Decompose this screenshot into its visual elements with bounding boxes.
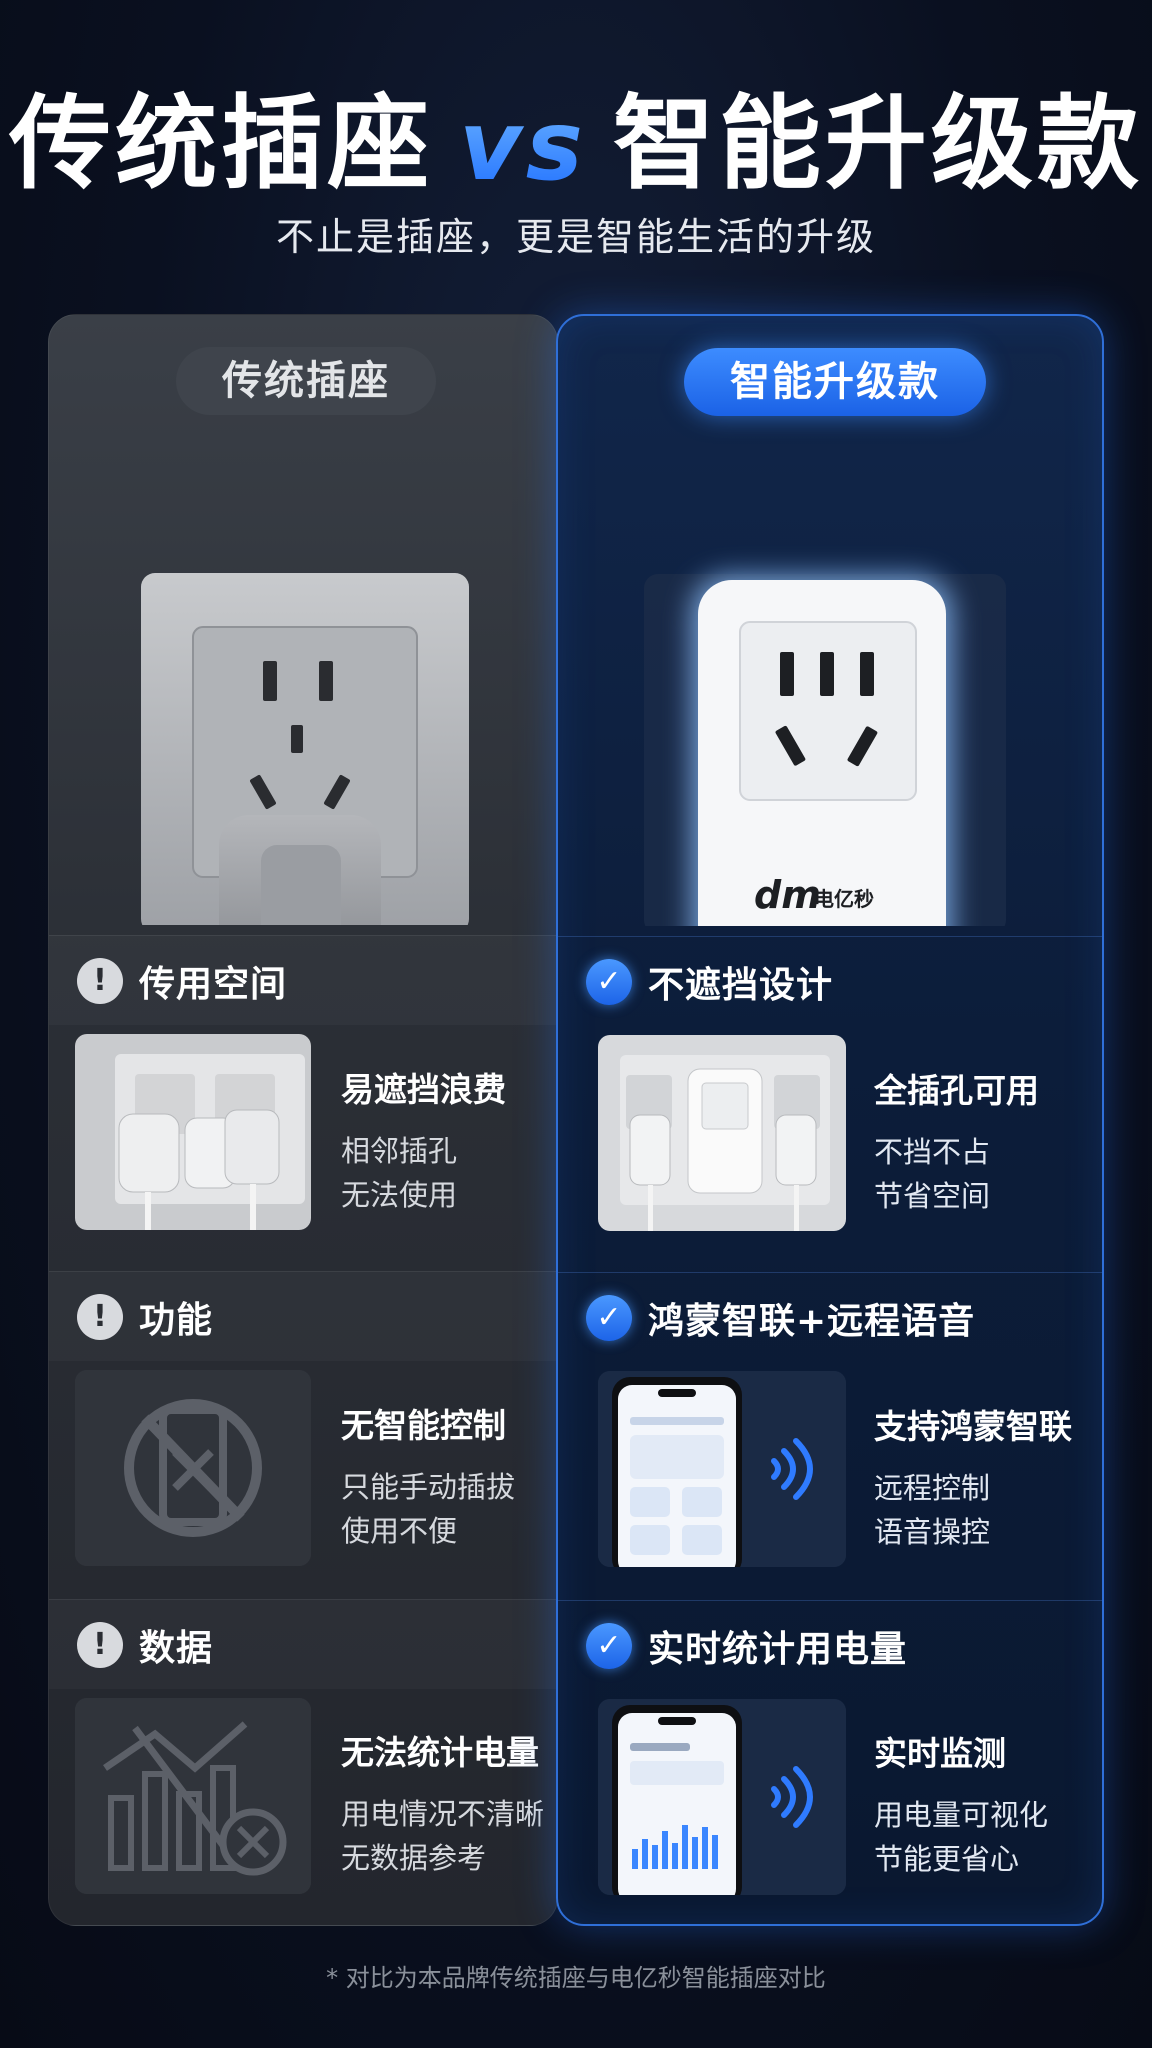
feature-line: 无数据参考 bbox=[341, 1841, 487, 1875]
feature-line: 节能更省心 bbox=[874, 1842, 1020, 1876]
svg-text:dm: dm bbox=[754, 873, 821, 917]
section-heading: 数据 bbox=[139, 1627, 214, 1669]
traditional-socket-image bbox=[49, 425, 557, 1021]
section-heading: 功能 bbox=[139, 1299, 214, 1341]
section-header-function: ! 功能 bbox=[49, 1271, 557, 1361]
title-right: 智能升级款 bbox=[612, 85, 1143, 204]
subtitle: 不止是插座，更是智能生活的升级 bbox=[275, 215, 876, 259]
feature-title: 无智能控制 bbox=[341, 1406, 506, 1445]
feature-title: 全插孔可用 bbox=[874, 1071, 1039, 1110]
blocked-socket-thumb bbox=[75, 1034, 311, 1230]
feature-text: 支持鸿蒙智联 远程控制 语音操控 bbox=[874, 1400, 1102, 1554]
feature-title: 易遮挡浪费 bbox=[341, 1070, 506, 1109]
feature-text: 易遮挡浪费 相邻插孔 无法使用 bbox=[341, 1063, 557, 1217]
feature-line: 远程控制 bbox=[874, 1471, 991, 1505]
feature-line: 使用不便 bbox=[341, 1514, 458, 1548]
check-icon: ✓ bbox=[586, 958, 632, 1005]
feature-title: 实时监测 bbox=[874, 1734, 1006, 1773]
smart-pill: 智能升级款 bbox=[684, 348, 986, 416]
feature-title: 无法统计电量 bbox=[341, 1733, 539, 1772]
feature-line: 只能手动插拔 bbox=[341, 1470, 516, 1504]
section-heading: 不遮挡设计 bbox=[648, 964, 834, 1006]
feature-line: 语音操控 bbox=[874, 1515, 991, 1549]
phone-stats-thumb bbox=[598, 1699, 846, 1895]
section-heading: 实时统计用电量 bbox=[648, 1628, 908, 1670]
feature-text: 无法统计电量 用电情况不清晰 无数据参考 bbox=[341, 1726, 557, 1880]
section-heading: 传用空间 bbox=[139, 963, 288, 1005]
smart-socket-image: dm 电亿秒 bbox=[558, 426, 1102, 1006]
feature-line: 用电情况不清晰 bbox=[341, 1797, 545, 1831]
section-header-space: ! 传用空间 bbox=[49, 935, 557, 1025]
brand-mark: 电亿秒 bbox=[814, 887, 874, 911]
phone-app-thumb bbox=[598, 1371, 846, 1567]
section-header-harmony: ✓ 鸿蒙智联+远程语音 bbox=[558, 1272, 1102, 1362]
chart-crossed-icon bbox=[75, 1698, 311, 1894]
traditional-pill: 传统插座 bbox=[176, 347, 436, 415]
check-icon: ✓ bbox=[586, 1294, 632, 1341]
section-header-statistics: ✓ 实时统计用电量 bbox=[558, 1600, 1102, 1690]
section-heading: 鸿蒙智联+远程语音 bbox=[648, 1300, 976, 1342]
feature-line: 相邻插孔 bbox=[341, 1134, 458, 1168]
check-icon: ✓ bbox=[586, 1622, 632, 1669]
feature-text: 全插孔可用 不挡不占 节省空间 bbox=[874, 1064, 1102, 1218]
page-title: 传统插座 vs 智能升级款 bbox=[0, 62, 1152, 209]
title-left: 传统插座 bbox=[9, 85, 434, 204]
feature-line: 节省空间 bbox=[874, 1179, 991, 1213]
title-vs: vs bbox=[459, 90, 587, 202]
section-header-data: ! 数据 bbox=[49, 1599, 557, 1689]
section-header-unblocked: ✓ 不遮挡设计 bbox=[558, 936, 1102, 1026]
feature-text: 实时监测 用电量可视化 节能更省心 bbox=[874, 1727, 1102, 1881]
feature-text: 无智能控制 只能手动插拔 使用不便 bbox=[341, 1399, 557, 1553]
traditional-panel: 传统插座 ! 传用空间 易遮挡浪费 相邻插孔 无法使用 ! 功能 无智能控制 只… bbox=[48, 314, 558, 1926]
smart-panel: 智能升级款 dm 电亿秒 ✓ 不遮挡设计 全插孔可用 不挡不占 节省空间 ✓ 鸿… bbox=[556, 314, 1104, 1926]
feature-line: 用电量可视化 bbox=[874, 1798, 1049, 1832]
no-phone-icon bbox=[75, 1370, 311, 1566]
unblocked-socket-thumb bbox=[598, 1035, 846, 1231]
warning-icon: ! bbox=[77, 957, 123, 1004]
footnote: * 对比为本品牌传统插座与电亿秒智能插座对比 bbox=[326, 1964, 826, 1992]
feature-line: 不挡不占 bbox=[874, 1135, 991, 1169]
feature-line: 无法使用 bbox=[341, 1178, 458, 1212]
warning-icon: ! bbox=[77, 1621, 123, 1668]
warning-icon: ! bbox=[77, 1293, 123, 1340]
feature-title: 支持鸿蒙智联 bbox=[874, 1407, 1072, 1446]
